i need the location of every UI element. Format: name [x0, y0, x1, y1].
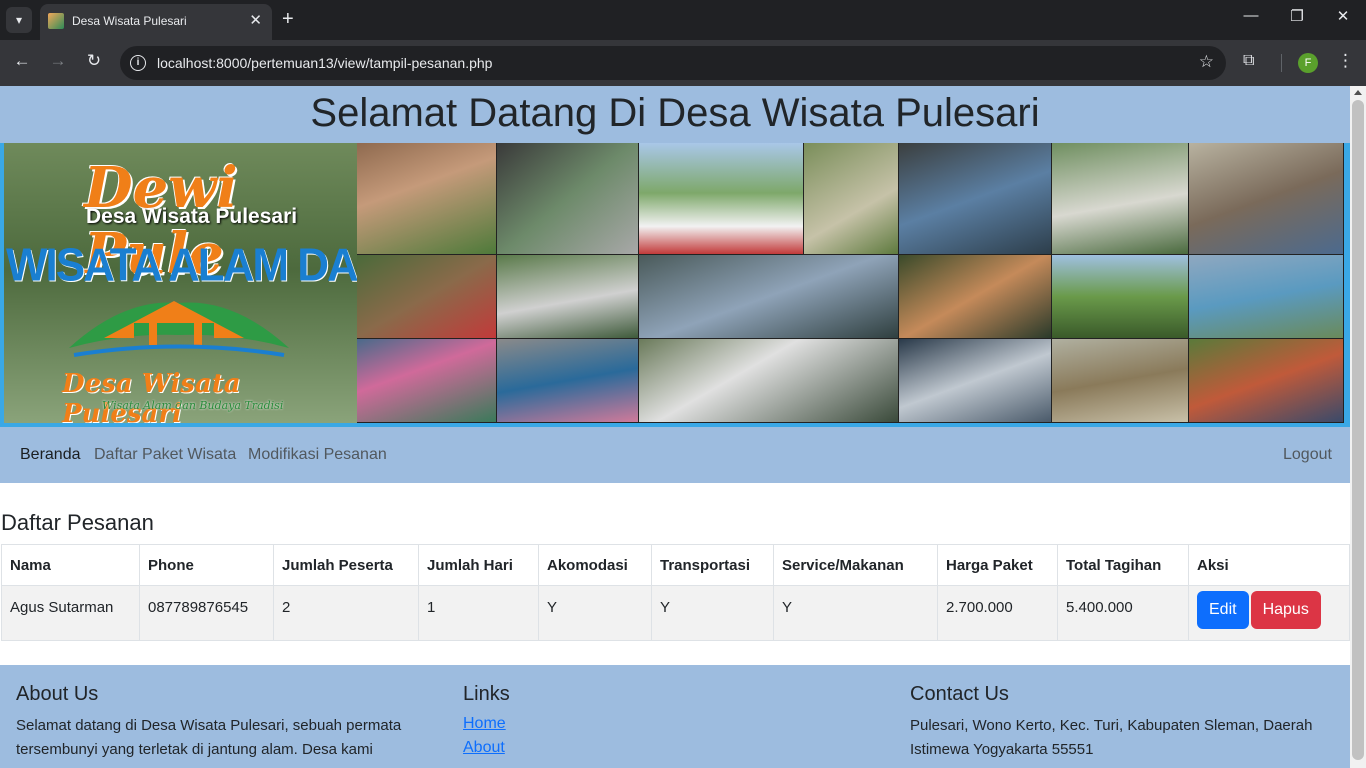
- page-title: Selamat Datang Di Desa Wisata Pulesari: [310, 91, 1040, 135]
- photo-smiling-group: [899, 255, 1052, 339]
- footer-link-about[interactable]: About: [463, 739, 505, 757]
- logo-subtitle-text: Desa Wisata Pulesari: [86, 205, 298, 228]
- chevron-down-icon[interactable]: ▾: [6, 7, 32, 33]
- photo-dining: [1189, 143, 1344, 255]
- logo-name-text: Desa Wisata Pulesari: [62, 369, 241, 423]
- kebab-icon[interactable]: ⋮: [1337, 51, 1354, 71]
- site-favicon-icon: [48, 13, 64, 29]
- window-close-icon[interactable]: ✕: [1320, 7, 1366, 25]
- photo-forest-walk: [497, 255, 639, 339]
- col-transportasi: Transportasi: [651, 544, 774, 586]
- cell-jumlah-peserta: 2: [273, 585, 419, 641]
- col-jumlah-peserta: Jumlah Peserta: [273, 544, 419, 586]
- cell-jumlah-hari: 1: [418, 585, 539, 641]
- footer-links-title: Links: [463, 683, 510, 705]
- toolbar-divider: [1281, 54, 1282, 72]
- orders-title: Daftar Pesanan: [1, 510, 154, 535]
- cell-nama: Agus Sutarman: [1, 585, 140, 641]
- avatar[interactable]: F: [1298, 53, 1318, 73]
- logo-banner-text: WISATA ALAM DAN BUDAYA TRADISI: [6, 239, 357, 292]
- forward-arrow-icon[interactable]: →: [46, 51, 70, 71]
- browser-tab[interactable]: Desa Wisata Pulesari ✕: [40, 4, 272, 40]
- footer-contact-text: Pulesari, Wono Kerto, Kec. Turi, Kabupat…: [910, 717, 1313, 758]
- delete-button[interactable]: Hapus: [1250, 591, 1321, 629]
- nav-modifikasi-pesanan[interactable]: Modifikasi Pesanan: [248, 446, 387, 464]
- photo-ceremony: [1189, 339, 1344, 423]
- photo-kids: [357, 255, 497, 339]
- photo-large-crowd: [497, 339, 639, 423]
- tab-title: Desa Wisata Pulesari: [72, 14, 187, 28]
- footer-about-title: About Us: [16, 683, 99, 705]
- village-logo: Dewi Pule Desa Wisata Pulesari WISATA AL…: [4, 143, 357, 423]
- browser-toolbar: ← → ↻ i localhost:8000/pertemuan13/view/…: [0, 40, 1366, 86]
- new-tab-icon[interactable]: +: [282, 7, 294, 31]
- cell-phone: 087789876545: [139, 585, 274, 641]
- nav-daftar-paket-wisata[interactable]: Daftar Paket Wisata: [94, 446, 236, 464]
- photo-outbound: [639, 339, 899, 423]
- roof-logo-icon: [69, 301, 289, 357]
- url-text[interactable]: localhost:8000/pertemuan13/view/tampil-p…: [157, 55, 492, 71]
- col-harga-paket: Harga Paket: [937, 544, 1058, 586]
- reload-icon[interactable]: ↻: [82, 51, 106, 71]
- orders-table: Nama Phone Jumlah Peserta Jumlah Hari Ak…: [1, 544, 1350, 641]
- cell-service-makanan: Y: [773, 585, 938, 641]
- page-viewport: Selamat Datang Di Desa Wisata Pulesari D…: [0, 86, 1350, 768]
- logout-link[interactable]: Logout: [1283, 446, 1332, 464]
- photo-collage: Dewi Pule Desa Wisata Pulesari WISATA AL…: [4, 143, 1344, 423]
- edit-button[interactable]: Edit: [1197, 591, 1249, 629]
- close-icon[interactable]: ✕: [249, 11, 262, 29]
- col-phone: Phone: [139, 544, 274, 586]
- photo-group-posing: [497, 143, 639, 255]
- col-service-makanan: Service/Makanan: [773, 544, 938, 586]
- col-aksi: Aksi: [1188, 544, 1350, 586]
- scroll-up-icon[interactable]: [1354, 90, 1362, 95]
- photo-waterfall-group: [1052, 143, 1189, 255]
- nav-beranda[interactable]: Beranda: [20, 446, 81, 464]
- table-row: Agus Sutarman 087789876545 2 1 Y Y Y 2.7…: [1, 585, 1350, 641]
- photo-rafting: [899, 339, 1052, 423]
- photo-mud-play: [1052, 339, 1189, 423]
- photo-group-selfie: [357, 339, 497, 423]
- col-akomodasi: Akomodasi: [538, 544, 652, 586]
- footer-about-text: Selamat datang di Desa Wisata Pulesari, …: [16, 717, 402, 758]
- info-icon[interactable]: i: [130, 55, 146, 71]
- col-jumlah-hari: Jumlah Hari: [418, 544, 539, 586]
- cell-transportasi: Y: [651, 585, 774, 641]
- photo-tug-of-war: [1052, 255, 1189, 339]
- footer-contact-title: Contact Us: [910, 683, 1009, 705]
- footer-link-home[interactable]: Home: [463, 715, 506, 733]
- page-scrollbar[interactable]: [1350, 86, 1366, 768]
- browser-tabbar: ▾ Desa Wisata Pulesari ✕ + — ❐ ✕: [0, 0, 1366, 40]
- puzzle-icon[interactable]: ⧉: [1243, 52, 1254, 70]
- scrollbar-thumb[interactable]: [1352, 100, 1364, 760]
- page-footer: About Us Selamat datang di Desa Wisata P…: [0, 665, 1350, 768]
- cell-harga-paket: 2.700.000: [937, 585, 1058, 641]
- cell-aksi: Edit Hapus: [1188, 585, 1350, 641]
- restore-icon[interactable]: ❐: [1274, 7, 1320, 25]
- page-header: Selamat Datang Di Desa Wisata Pulesari: [0, 86, 1350, 143]
- main-navbar: Beranda Daftar Paket Wisata Modifikasi P…: [0, 427, 1350, 483]
- minimize-icon[interactable]: —: [1228, 7, 1274, 24]
- photo-crowd-field: [639, 143, 804, 255]
- col-nama: Nama: [1, 544, 140, 586]
- photo-woman-forest: [804, 143, 899, 255]
- photo-waterfall-cheer: [639, 255, 899, 339]
- hero-banner: Dewi Pule Desa Wisata Pulesari WISATA AL…: [0, 143, 1350, 427]
- photo-dancers: [1189, 255, 1344, 339]
- col-total-tagihan: Total Tagihan: [1057, 544, 1189, 586]
- star-icon[interactable]: ☆: [1199, 52, 1214, 72]
- photo-gazebo: [357, 143, 497, 255]
- cell-akomodasi: Y: [538, 585, 652, 641]
- table-header-row: Nama Phone Jumlah Peserta Jumlah Hari Ak…: [1, 544, 1350, 586]
- photo-river-tubing: [899, 143, 1052, 255]
- address-bar[interactable]: i localhost:8000/pertemuan13/view/tampil…: [120, 46, 1226, 80]
- back-arrow-icon[interactable]: ←: [10, 51, 34, 71]
- logo-tagline-text: Wisata Alam dan Budaya Tradisi: [102, 399, 284, 412]
- cell-total-tagihan: 5.400.000: [1057, 585, 1189, 641]
